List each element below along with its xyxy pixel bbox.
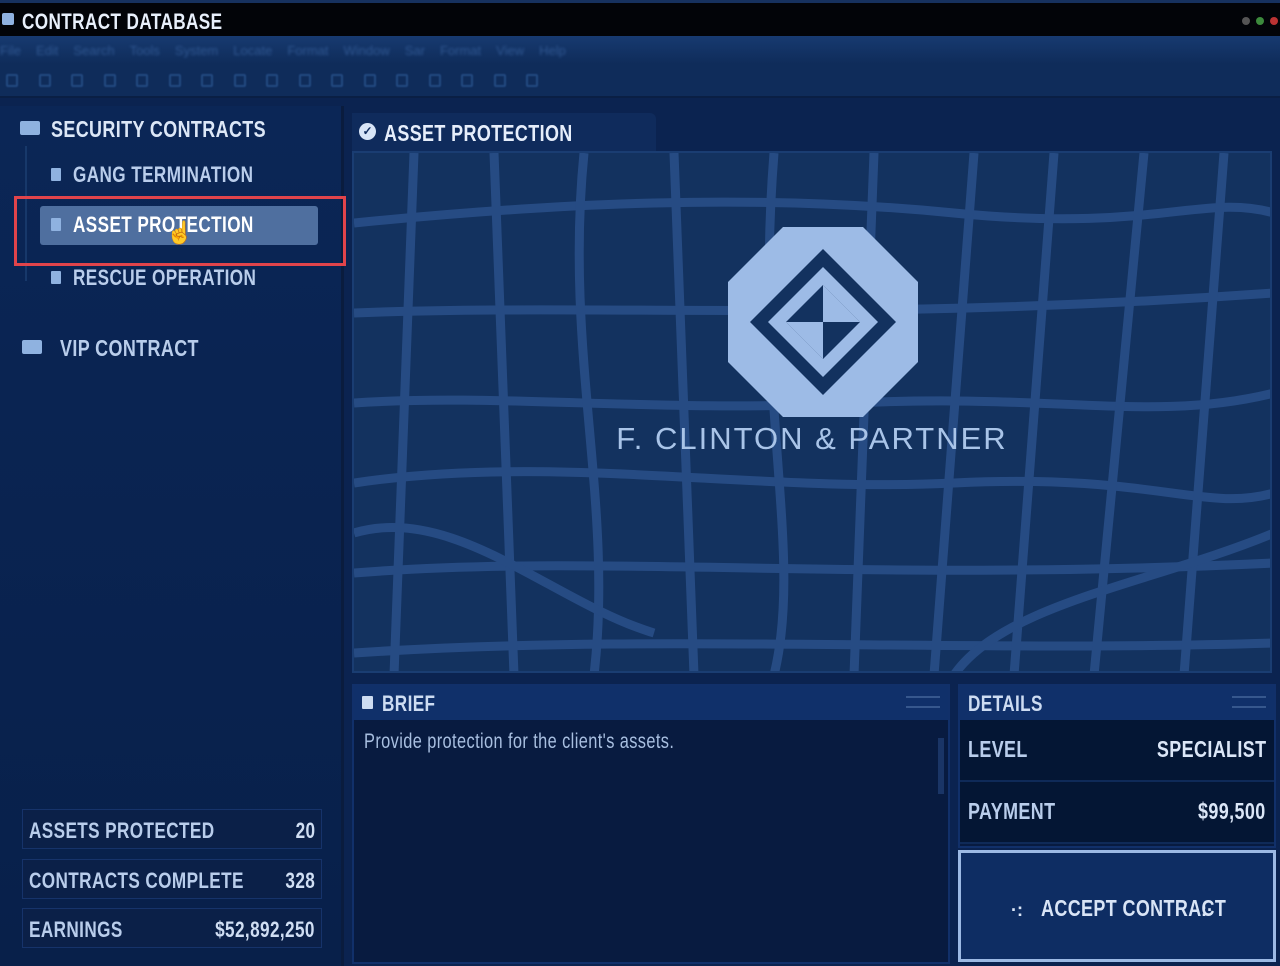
toolbar-button[interactable] — [71, 74, 83, 87]
dots-icon: :· — [1201, 900, 1213, 920]
stat-value: 20 — [295, 818, 315, 843]
menu-item[interactable]: Format — [440, 43, 496, 58]
menu-item[interactable]: Edit — [36, 43, 73, 58]
tab-asset-protection[interactable]: ✓ ASSET PROTECTION — [352, 113, 656, 151]
detail-label: LEVEL — [968, 736, 1028, 762]
sidebar-item-gang-termination[interactable]: GANG TERMINATION — [40, 156, 318, 194]
sidebar-item-label: RESCUE OPERATION — [73, 265, 257, 290]
accept-contract-button[interactable]: ·: ACCEPT CONTRACT :· — [958, 850, 1276, 962]
toolbar-button[interactable] — [6, 74, 18, 87]
brief-panel: BRIEF Provide protection for the client'… — [352, 684, 950, 964]
toolbar — [0, 64, 1280, 98]
detail-row-level: LEVEL SPECIALIST — [960, 720, 1274, 782]
toolbar-button[interactable] — [298, 74, 311, 87]
document-icon — [51, 271, 61, 284]
stat-value: $52,892,250 — [215, 917, 315, 942]
menu-bar: File Edit Search Tools System Locate Format Win… — [0, 36, 1280, 64]
company-name: F. CLINTON & PARTNER — [616, 421, 1008, 456]
toolbar-button[interactable] — [493, 74, 506, 87]
folder-icon — [22, 340, 42, 354]
menu-item[interactable]: File — [0, 43, 36, 58]
menu-item[interactable]: System — [175, 43, 233, 58]
menu-item[interactable]: Help — [539, 43, 581, 58]
group-security-contracts[interactable]: SECURITY CONTRACTS — [51, 116, 266, 143]
maximize-button[interactable] — [1256, 17, 1264, 25]
stat-assets-protected: ASSETS PROTECTED 20 — [22, 809, 322, 849]
toolbar-button[interactable] — [331, 74, 343, 87]
tab-title: ASSET PROTECTION — [384, 120, 573, 146]
menu-item[interactable]: Window — [343, 43, 404, 58]
minimize-button[interactable] — [1242, 17, 1250, 25]
stat-contracts-complete: CONTRACTS COMPLETE 328 — [22, 859, 322, 899]
toolbar-button[interactable] — [363, 74, 376, 87]
toolbar-button[interactable] — [38, 74, 51, 87]
panel-options-icon[interactable] — [1232, 696, 1266, 708]
close-button[interactable] — [1270, 17, 1278, 25]
window-title: CONTRACT DATABASE — [22, 9, 223, 34]
city-map: F. CLINTON & PARTNER — [352, 151, 1272, 673]
menu-item[interactable]: Search — [73, 43, 129, 58]
menu-item[interactable]: Tools — [130, 43, 175, 58]
stat-label: ASSETS PROTECTED — [29, 818, 215, 843]
brief-title: BRIEF — [382, 691, 436, 716]
toolbar-button[interactable] — [168, 74, 181, 87]
fclinton-logo — [728, 227, 918, 417]
toolbar-button[interactable] — [461, 74, 473, 87]
detail-label: PAYMENT — [968, 798, 1056, 824]
brief-text: Provide protection for the client's asse… — [364, 730, 675, 753]
title-bar: CONTRACT DATABASE — [0, 0, 1280, 36]
app-icon — [2, 13, 14, 25]
stat-earnings: EARNINGS $52,892,250 — [22, 908, 322, 948]
dots-icon: ·: — [1011, 900, 1023, 920]
toolbar-button[interactable] — [233, 74, 246, 87]
toolbar-button[interactable] — [201, 74, 213, 87]
menu-item[interactable]: Locate — [233, 43, 287, 58]
details-title: DETAILS — [968, 691, 1043, 716]
menu-item[interactable]: View — [496, 43, 539, 58]
document-icon — [362, 696, 373, 709]
details-panel: DETAILS LEVEL SPECIALIST PAYMENT $99,500 — [958, 684, 1276, 848]
group-vip-contract[interactable]: VIP CONTRACT — [60, 335, 199, 362]
detail-value: SPECIALIST — [1156, 736, 1266, 762]
toolbar-button[interactable] — [136, 74, 148, 87]
document-icon — [51, 168, 61, 181]
detail-row-payment: PAYMENT $99,500 — [960, 782, 1274, 844]
folder-open-icon — [20, 121, 40, 135]
menu-item[interactable]: Sar — [405, 43, 440, 58]
panel-options-icon[interactable] — [906, 696, 940, 708]
toolbar-button[interactable] — [428, 74, 441, 87]
selection-highlight-box — [14, 196, 346, 266]
toolbar-button[interactable] — [396, 74, 408, 87]
sidebar-item-label: GANG TERMINATION — [73, 162, 254, 187]
menu-item[interactable]: Format — [287, 43, 343, 58]
check-circle-icon: ✓ — [359, 123, 376, 140]
stat-value: 328 — [285, 868, 315, 893]
toolbar-button[interactable] — [103, 74, 116, 87]
toolbar-button[interactable] — [266, 74, 278, 87]
detail-value: $99,500 — [1198, 798, 1266, 824]
stat-label: EARNINGS — [29, 917, 123, 942]
stat-label: CONTRACTS COMPLETE — [29, 868, 244, 893]
toolbar-button[interactable] — [526, 74, 538, 87]
scrollbar[interactable] — [938, 738, 944, 794]
accept-contract-label: ACCEPT CONTRACT — [1041, 895, 1227, 921]
